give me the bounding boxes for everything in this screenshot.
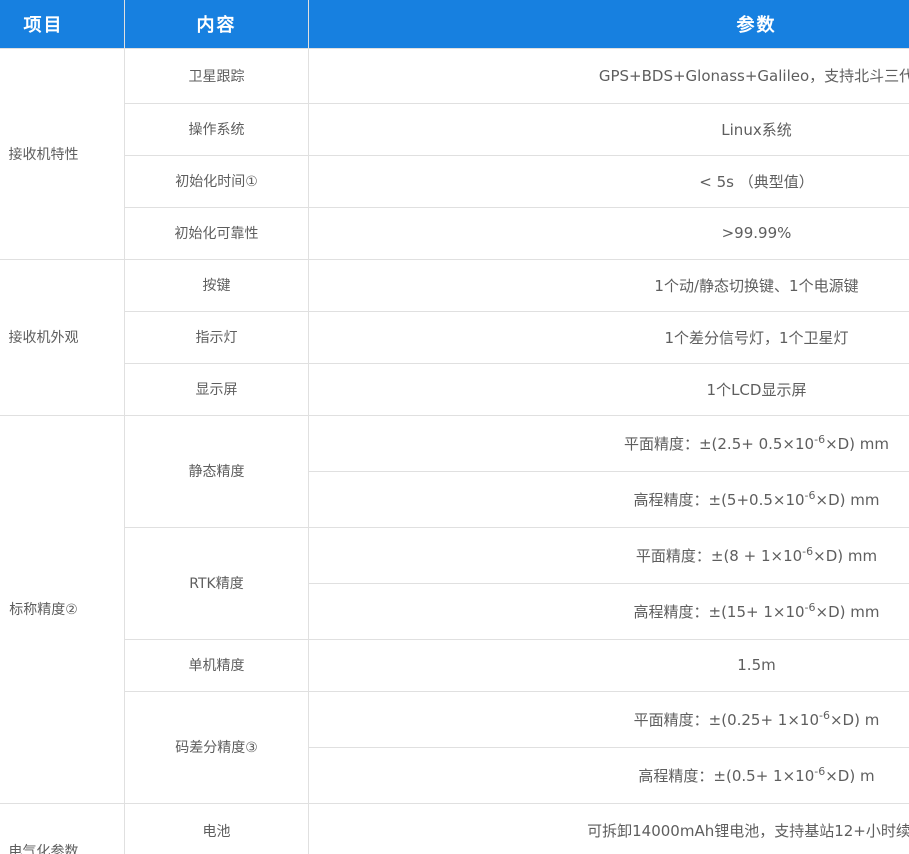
section-label-cell: 电气化参数: [0, 803, 125, 854]
col-header-param: 参数: [309, 0, 909, 48]
table-row: 接收机外观按键1个动/静态切换键、1个电源键: [0, 259, 909, 311]
table-row: 标称精度②静态精度平面精度：±(2.5+ 0.5×10-6×D) mm: [0, 415, 909, 471]
param-value-cell: 高程精度：±(15+ 1×10-6×D) mm: [309, 583, 909, 639]
param-value-cell: 高程精度：±(0.5+ 1×10-6×D) m: [309, 747, 909, 803]
param-value-cell: 高程精度：±(5+0.5×10-6×D) mm: [309, 471, 909, 527]
content-label-cell: 单机精度: [125, 639, 309, 691]
content-label-cell: RTK精度: [125, 527, 309, 639]
param-value-cell: 1.5m: [309, 639, 909, 691]
param-value-cell: 可拆卸14000mAh锂电池，支持基站12+小时续航: [309, 803, 909, 854]
param-value-cell: 1个差分信号灯，1个卫星灯: [309, 311, 909, 363]
param-value-cell: Linux系统: [309, 103, 909, 155]
content-label-cell: 静态精度: [125, 415, 309, 527]
table-row: 初始化时间①< 5s （典型值）: [0, 155, 909, 207]
param-value-cell: 1个LCD显示屏: [309, 363, 909, 415]
table-row: 码差分精度③平面精度：±(0.25+ 1×10-6×D) m: [0, 691, 909, 747]
table-row: 指示灯1个差分信号灯，1个卫星灯: [0, 311, 909, 363]
param-value-cell: >99.99%: [309, 207, 909, 259]
param-value-cell: 1个动/静态切换键、1个电源键: [309, 259, 909, 311]
table-row: 接收机特性卫星跟踪GPS+BDS+Glonass+Galileo，支持北斗三代: [0, 48, 909, 103]
col-header-item: 项目: [0, 0, 125, 48]
spec-table-body: 接收机特性卫星跟踪GPS+BDS+Glonass+Galileo，支持北斗三代操…: [0, 48, 909, 854]
content-label-cell: 码差分精度③: [125, 691, 309, 803]
spec-table-header: 项目 内容 参数: [0, 0, 909, 48]
content-label-cell: 电池: [125, 803, 309, 854]
content-label-cell: 显示屏: [125, 363, 309, 415]
content-label-cell: 指示灯: [125, 311, 309, 363]
content-label-cell: 卫星跟踪: [125, 48, 309, 103]
param-value-cell: GPS+BDS+Glonass+Galileo，支持北斗三代: [309, 48, 909, 103]
table-row: 操作系统Linux系统: [0, 103, 909, 155]
content-label-cell: 按键: [125, 259, 309, 311]
section-label-cell: 接收机特性: [0, 48, 125, 259]
table-row: 显示屏1个LCD显示屏: [0, 363, 909, 415]
content-label-cell: 初始化可靠性: [125, 207, 309, 259]
header-row: 项目 内容 参数: [0, 0, 909, 48]
spec-table-viewport: 项目 内容 参数 接收机特性卫星跟踪GPS+BDS+Glonass+Galile…: [0, 0, 909, 854]
table-row: 单机精度1.5m: [0, 639, 909, 691]
spec-table: 项目 内容 参数 接收机特性卫星跟踪GPS+BDS+Glonass+Galile…: [0, 0, 909, 854]
content-label-cell: 操作系统: [125, 103, 309, 155]
table-row: 电气化参数电池可拆卸14000mAh锂电池，支持基站12+小时续航: [0, 803, 909, 854]
section-label-cell: 接收机外观: [0, 259, 125, 415]
col-header-content: 内容: [125, 0, 309, 48]
table-row: 初始化可靠性>99.99%: [0, 207, 909, 259]
content-label-cell: 初始化时间①: [125, 155, 309, 207]
param-value-cell: 平面精度：±(0.25+ 1×10-6×D) m: [309, 691, 909, 747]
section-label-cell: 标称精度②: [0, 415, 125, 803]
table-row: RTK精度平面精度：±(8 + 1×10-6×D) mm: [0, 527, 909, 583]
param-value-cell: 平面精度：±(8 + 1×10-6×D) mm: [309, 527, 909, 583]
param-value-cell: 平面精度：±(2.5+ 0.5×10-6×D) mm: [309, 415, 909, 471]
param-value-cell: < 5s （典型值）: [309, 155, 909, 207]
